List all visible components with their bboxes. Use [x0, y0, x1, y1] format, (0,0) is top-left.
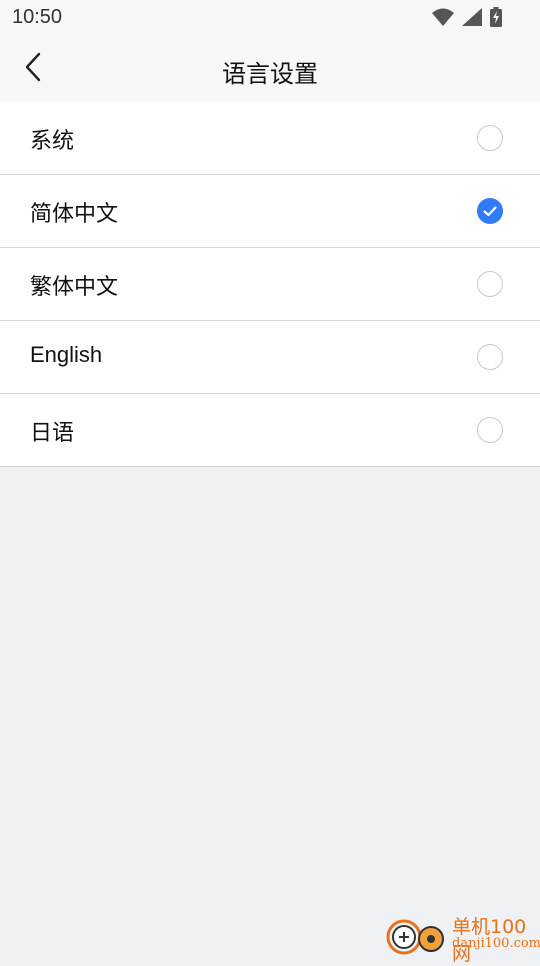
language-option-english[interactable]: English	[0, 321, 540, 394]
nav-bar: 语言设置	[0, 36, 540, 102]
status-icons	[432, 7, 502, 31]
radio-button[interactable]	[477, 271, 503, 297]
language-list: 系统 简体中文 繁体中文 English 日语	[0, 102, 540, 467]
language-label: 简体中文	[30, 202, 119, 227]
page-title: 语言设置	[222, 60, 318, 88]
radio-button-checked[interactable]	[477, 198, 503, 224]
language-label: 繁体中文	[30, 275, 119, 300]
radio-button[interactable]	[477, 417, 503, 443]
language-option-simplified-chinese[interactable]: 简体中文	[0, 175, 540, 248]
language-option-system[interactable]: 系统	[0, 102, 540, 175]
radio-button[interactable]	[477, 344, 503, 370]
language-label: English	[30, 342, 103, 367]
language-option-traditional-chinese[interactable]: 繁体中文	[0, 248, 540, 321]
wifi-icon	[432, 8, 454, 30]
language-label: 日语	[30, 421, 75, 446]
radio-button[interactable]	[477, 125, 503, 151]
battery-charging-icon	[490, 7, 502, 31]
watermark-logo-icon	[386, 916, 450, 960]
watermark: 单机100网 danji100.com	[386, 912, 540, 965]
signal-icon	[462, 8, 482, 30]
watermark-domain: danji100.com	[452, 936, 540, 951]
status-bar: 10:50	[0, 0, 540, 36]
status-time: 10:50	[12, 6, 63, 28]
language-label: 系统	[30, 129, 75, 154]
language-option-japanese[interactable]: 日语	[0, 394, 540, 467]
checkmark-icon	[483, 206, 497, 217]
